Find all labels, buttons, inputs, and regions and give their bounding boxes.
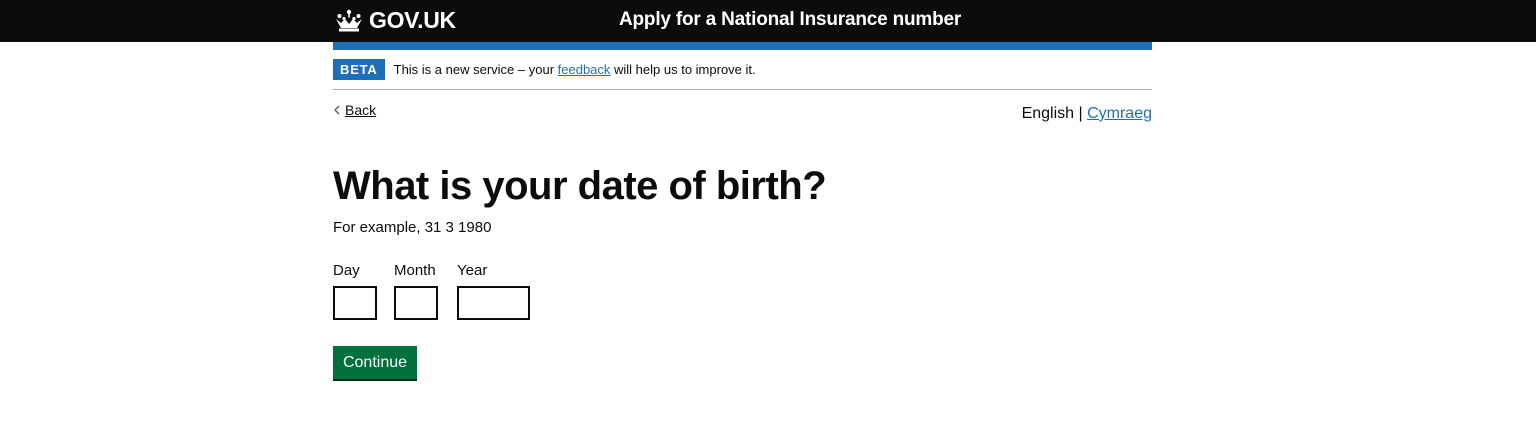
language-current: English xyxy=(1021,105,1075,122)
service-name[interactable]: Apply for a National Insurance number xyxy=(619,9,961,31)
day-field-group: Day xyxy=(333,262,377,320)
language-toggle: English | Cymraeg xyxy=(1022,105,1152,123)
crown-icon xyxy=(336,9,362,31)
phase-banner-text: This is a new service – your feedback wi… xyxy=(394,62,756,77)
phase-text-after: will help us to improve it. xyxy=(610,62,756,77)
logo-text: GOV.UK xyxy=(369,7,456,33)
site-header: GOV.UK Apply for a National Insurance nu… xyxy=(0,0,1536,42)
phase-tag: BETA xyxy=(333,59,385,80)
back-link-label: Back xyxy=(345,102,377,118)
govuk-logo-link[interactable]: GOV.UK xyxy=(333,7,456,34)
page-title: What is your date of birth? xyxy=(333,164,827,208)
day-label: Day xyxy=(333,262,360,279)
continue-button[interactable]: Continue xyxy=(333,346,417,379)
language-link-welsh[interactable]: Cymraeg xyxy=(1087,105,1152,122)
month-label: Month xyxy=(394,262,436,279)
year-label: Year xyxy=(457,262,488,279)
year-input[interactable] xyxy=(457,286,530,320)
phase-text-before: This is a new service – your xyxy=(393,62,558,77)
phase-banner: BETA This is a new service – your feedba… xyxy=(333,59,756,80)
month-input[interactable] xyxy=(394,286,438,320)
phase-banner-divider xyxy=(333,89,1152,90)
feedback-link[interactable]: feedback xyxy=(558,62,611,77)
language-separator: | xyxy=(1074,105,1088,122)
month-field-group: Month xyxy=(394,262,438,320)
header-accent-bar xyxy=(333,42,1152,50)
year-field-group: Year xyxy=(457,262,530,320)
chevron-left-icon xyxy=(334,105,340,115)
date-hint: For example, 31 3 1980 xyxy=(333,219,492,236)
day-input[interactable] xyxy=(333,286,377,320)
back-link[interactable]: Back xyxy=(333,102,376,118)
